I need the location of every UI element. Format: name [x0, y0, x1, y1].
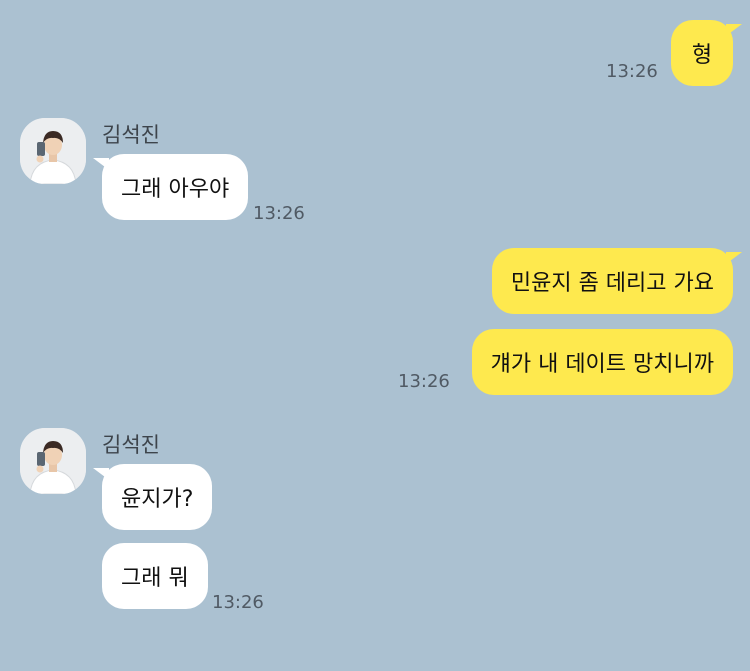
my-message-bubble[interactable]: 형 [671, 20, 742, 86]
message-text: 형 [691, 43, 713, 68]
contact-avatar[interactable] [20, 118, 86, 184]
contact-avatar[interactable] [20, 428, 86, 494]
their-message-bubble[interactable]: 그래 아우야 [92, 154, 249, 220]
message-text: 그래 아우야 [121, 177, 230, 202]
message-time: 13:26 [212, 592, 264, 613]
profile-photo-icon [20, 428, 86, 494]
message-time: 13:26 [606, 61, 658, 82]
message-text: 걔가 내 데이트 망치니까 [490, 352, 714, 377]
message-time: 13:26 [253, 203, 305, 224]
chat-room: 형 13:26 김석진 그래 아우야 13:26 민윤지 좀 데리고 가요 걔가… [0, 0, 750, 671]
profile-photo-icon [20, 118, 86, 184]
message-text: 그래 뭐 [121, 566, 189, 591]
sender-name: 김석진 [102, 123, 160, 147]
message-text: 윤지가? [121, 487, 194, 512]
their-message-bubble[interactable]: 윤지가? [92, 464, 213, 530]
their-message-bubble[interactable]: 그래 뭐 [102, 543, 208, 609]
message-text: 민윤지 좀 데리고 가요 [510, 271, 714, 296]
message-time: 13:26 [398, 371, 450, 392]
my-message-bubble[interactable]: 걔가 내 데이트 망치니까 [471, 329, 733, 395]
sender-name: 김석진 [102, 433, 160, 457]
my-message-bubble[interactable]: 민윤지 좀 데리고 가요 [491, 248, 743, 314]
